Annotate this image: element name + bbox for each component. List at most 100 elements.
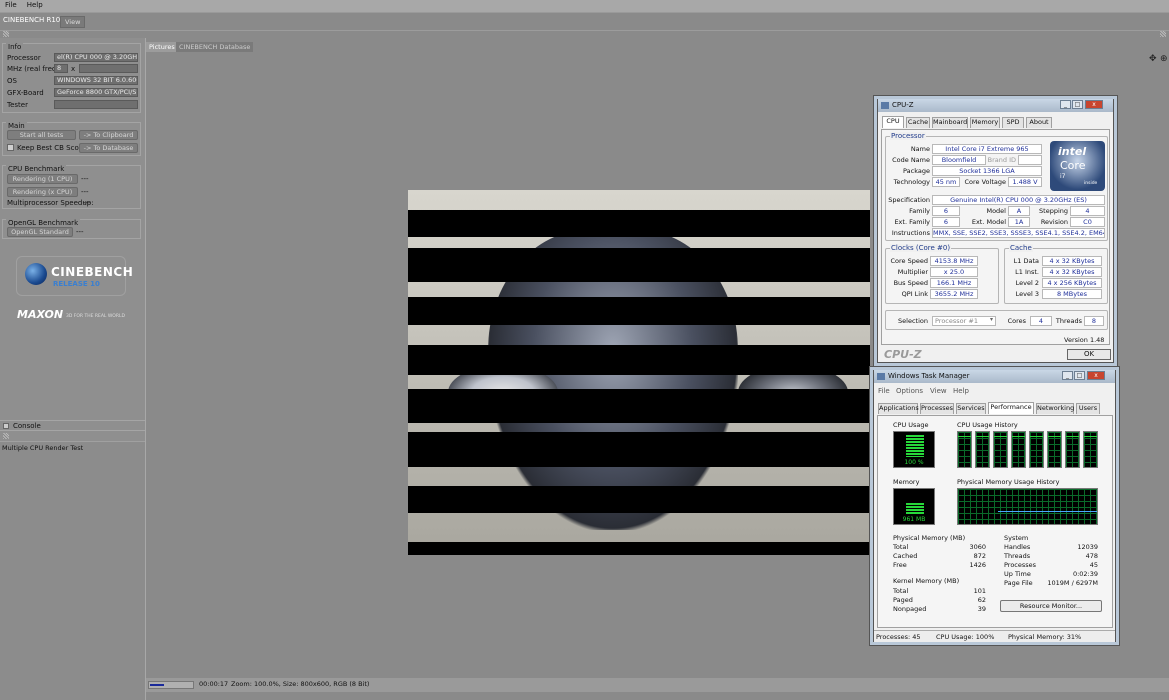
cpuz-tab-mainboard[interactable]: Mainboard — [932, 117, 968, 128]
tab-database[interactable]: CINEBENCH Database — [176, 42, 254, 52]
mem-history-label: Physical Memory Usage History — [957, 478, 1060, 486]
cpuz-tab-about[interactable]: About — [1026, 117, 1052, 128]
core-speed-label: Core Speed — [890, 257, 929, 265]
taskman-status-bar: Processes: 45 CPU Usage: 100% Physical M… — [874, 630, 1115, 642]
cpu-core-graph — [1065, 431, 1080, 468]
qpi-label: QPI Link — [901, 290, 928, 298]
total-label: Total — [893, 543, 909, 551]
tab-processes[interactable]: Processes — [920, 403, 954, 414]
revision-label: Revision — [1040, 218, 1068, 226]
console-line: Multiple CPU Render Test — [2, 444, 84, 452]
close-icon[interactable]: x — [1085, 100, 1103, 109]
pagefile-label: Page File — [1004, 579, 1033, 587]
taskman-title: Windows Task Manager — [888, 372, 970, 380]
minimize-icon[interactable]: _ — [1062, 371, 1073, 380]
taskman-menu-help[interactable]: Help — [953, 387, 969, 395]
render-stripe — [408, 297, 870, 325]
cpuz-tab-cpu[interactable]: CPU — [882, 116, 904, 128]
menu-file[interactable]: File — [0, 0, 22, 10]
maximize-icon[interactable]: □ — [1072, 100, 1083, 109]
mem-history-graph — [957, 488, 1098, 525]
minimize-icon[interactable]: _ — [1060, 100, 1071, 109]
logo-name: CINEBENCH — [51, 265, 134, 279]
cpu-benchmark-group: CPU Benchmark Rendering (1 CPU) --- Rend… — [2, 165, 141, 209]
grip-icon[interactable] — [1160, 31, 1166, 37]
cpu-core-graph — [1047, 431, 1062, 468]
keep-best-checkbox[interactable] — [7, 144, 14, 151]
tester-label: Tester — [7, 101, 28, 109]
status-bar: 00:00:17 Zoom: 100.0%, Size: 800x600, RG… — [146, 678, 1169, 692]
l2-label: Level 2 — [1015, 279, 1039, 287]
tab-pictures[interactable]: Pictures — [146, 42, 178, 52]
taskman-menu-view[interactable]: View — [930, 387, 947, 395]
technology-value: 45 nm — [932, 177, 960, 187]
opengl-standard-button[interactable]: OpenGL Standard — [7, 227, 73, 237]
intel-core-text: Core — [1060, 159, 1086, 172]
chevron-down-icon[interactable]: ▾ — [990, 316, 993, 323]
move-icon[interactable]: ✥ — [1149, 54, 1157, 64]
rendering-xcpu-button[interactable]: Rendering (x CPU) — [7, 187, 78, 197]
tab-services[interactable]: Services — [956, 403, 986, 414]
zoom-icon[interactable]: ⊕ — [1160, 54, 1168, 64]
cpuz-selection-box: Selection Processor #1 ▾ Cores 4 Threads… — [885, 310, 1108, 330]
total-value: 3060 — [969, 543, 986, 551]
cpuz-tab-memory[interactable]: Memory — [970, 117, 1000, 128]
ok-button[interactable]: OK — [1067, 349, 1111, 360]
maximize-icon[interactable]: □ — [1074, 371, 1085, 380]
cpu-usage-bar — [906, 435, 924, 457]
console-checkbox[interactable] — [3, 423, 9, 429]
start-all-tests-button[interactable]: Start all tests — [7, 130, 76, 140]
family-value: 6 — [932, 206, 960, 216]
tab-performance[interactable]: Performance — [988, 402, 1034, 414]
processor-field[interactable]: el(R) CPU 000 @ 3.20GHz — [54, 53, 138, 62]
model-label: Model — [986, 207, 1006, 215]
close-icon[interactable]: x — [1087, 371, 1105, 380]
taskman-menu: File Options View Help — [874, 386, 1115, 397]
cpuz-tab-cache[interactable]: Cache — [906, 117, 930, 128]
selection-dropdown[interactable]: Processor #1 — [932, 316, 996, 326]
rendering-1cpu-button[interactable]: Rendering (1 CPU) — [7, 174, 78, 184]
paged-value: 62 — [977, 596, 986, 604]
cpuz-app-icon — [881, 102, 889, 109]
tab-applications[interactable]: Applications — [878, 403, 919, 414]
resource-monitor-button[interactable]: Resource Monitor... — [1000, 600, 1102, 612]
console-header: Console — [0, 420, 145, 431]
progress-bar — [148, 681, 194, 689]
view-tab[interactable]: View — [60, 16, 86, 28]
kernel-total-label: Total — [893, 587, 909, 595]
os-field[interactable]: WINDOWS 32 BIT 6.0.600 — [54, 76, 138, 85]
mhz-field[interactable]: 8 — [54, 64, 68, 73]
render-stripe — [408, 210, 870, 237]
tester-field[interactable] — [54, 100, 138, 109]
cpuz-tab-spd[interactable]: SPD — [1002, 117, 1024, 128]
cpuz-footer-logo: CPU-Z — [884, 348, 922, 361]
cache-title: Cache — [1009, 244, 1033, 252]
multiplier-value: x 25.0 — [930, 267, 978, 277]
tab-networking[interactable]: Networking — [1036, 403, 1074, 414]
gfx-field[interactable]: GeForce 8800 GTX/PCI/S — [54, 88, 138, 97]
threads-label: Threads — [1055, 317, 1082, 325]
cores-label: Cores — [1007, 317, 1026, 325]
divider — [0, 12, 1169, 13]
ext-model-label: Ext. Model — [971, 218, 1006, 226]
bus-speed-value: 166.1 MHz — [930, 278, 978, 288]
taskman-menu-options[interactable]: Options — [896, 387, 923, 395]
tab-users[interactable]: Users — [1076, 403, 1100, 414]
grip-icon[interactable] — [3, 31, 9, 37]
info-group: Info Processor el(R) CPU 000 @ 3.20GHz M… — [2, 43, 141, 113]
intel-inside-text: inside — [1084, 181, 1098, 186]
taskman-menu-file[interactable]: File — [878, 387, 890, 395]
menu-help[interactable]: Help — [22, 0, 48, 10]
cpu-core-graph — [1011, 431, 1026, 468]
render-image — [408, 190, 870, 555]
grip-icon[interactable] — [3, 433, 9, 439]
logo-release: RELEASE 10 — [53, 280, 100, 288]
bus-speed-label: Bus Speed — [893, 279, 928, 287]
to-clipboard-button[interactable]: -> To Clipboard — [79, 130, 138, 140]
handles-value: 12039 — [1077, 543, 1098, 551]
mhz-freq-field[interactable] — [79, 64, 138, 73]
intel-i7-text: i7 — [1060, 173, 1066, 180]
cpuz-clocks-box: Clocks (Core #0) Core Speed 4153.8 MHz M… — [885, 244, 999, 304]
rendering-1cpu-result: --- — [81, 175, 89, 183]
to-database-button[interactable]: -> To Database — [79, 143, 138, 153]
